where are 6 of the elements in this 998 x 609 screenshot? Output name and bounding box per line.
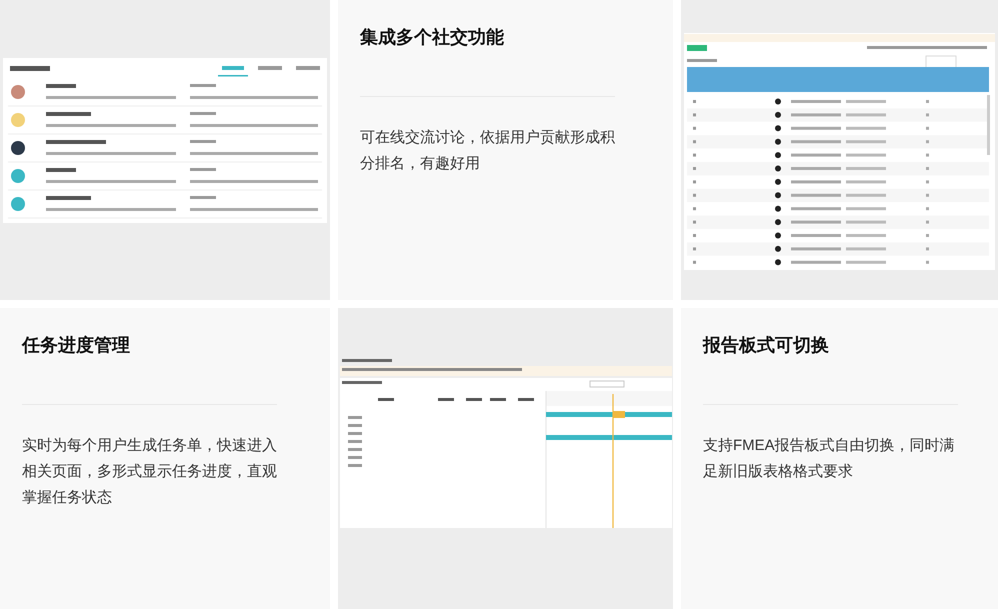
feature-title: 任务进度管理: [22, 334, 131, 357]
feature-description: 可在线交流讨论，依据用户贡献形成积分排名，有趣好用: [360, 128, 616, 174]
feature-title: 报告板式可切换: [703, 334, 830, 357]
feature-description: 支持FMEA报告板式自由切换，同时满足新旧版表格格式要求: [703, 436, 956, 482]
feature-title: 集成多个社交功能: [360, 26, 505, 49]
feature-description: 实时为每个用户生成任务单，快速进入相关页面，多形式显示任务进度，直观掌握任务状态: [22, 436, 278, 508]
